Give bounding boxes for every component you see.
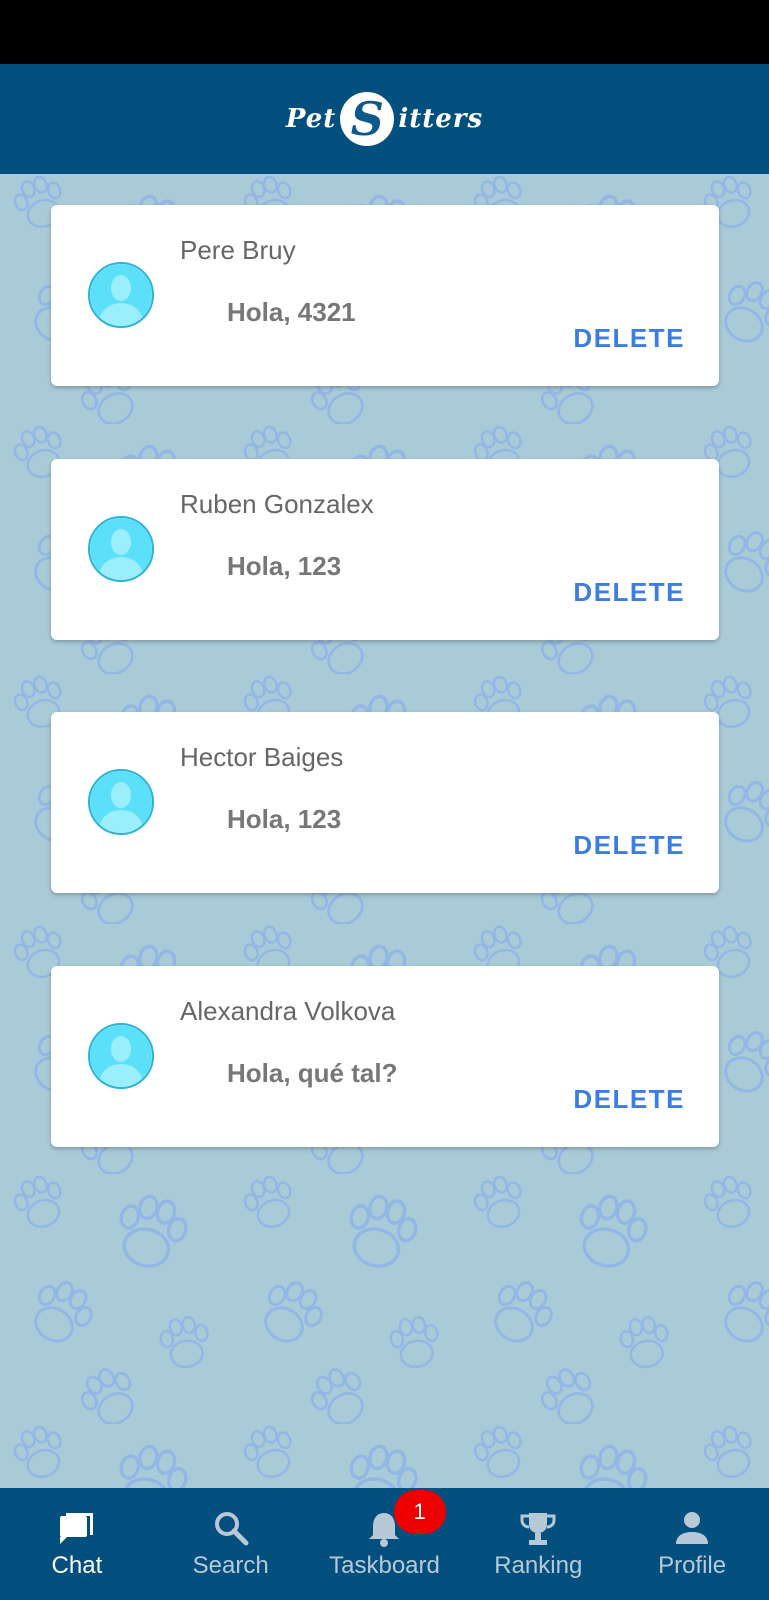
nav-label: Taskboard [329, 1552, 440, 1579]
nav-item-profile[interactable]: Profile [615, 1488, 769, 1600]
chat-card[interactable]: Ruben Gonzalex Hola, 123 DELETE [51, 459, 719, 640]
chat-list[interactable]: Pere Bruy Hola, 4321 DELETE Ruben Gonzal… [0, 174, 769, 1488]
logo-text-right: itters [398, 104, 484, 134]
nav-item-taskboard[interactable]: Taskboard 1 [308, 1488, 462, 1600]
person-silhouette-icon [90, 771, 152, 833]
chat-last-message: Hola, qué tal? [227, 1058, 398, 1088]
nav-item-ranking[interactable]: Ranking [461, 1488, 615, 1600]
logo-badge-letter: S [350, 92, 384, 146]
chat-card[interactable]: Pere Bruy Hola, 4321 DELETE [51, 205, 719, 386]
trophy-icon [518, 1508, 558, 1548]
app-header: Pet S itters [0, 64, 769, 174]
person-icon [672, 1508, 712, 1548]
person-silhouette-icon [90, 518, 152, 580]
avatar [88, 262, 154, 328]
status-bar [0, 0, 769, 64]
avatar [88, 1023, 154, 1089]
notification-badge: 1 [393, 1490, 446, 1534]
person-silhouette-icon [90, 1025, 152, 1087]
delete-button[interactable]: DELETE [573, 577, 685, 608]
person-silhouette-icon [90, 264, 152, 326]
delete-button[interactable]: DELETE [573, 1084, 685, 1115]
nav-label: Search [192, 1552, 269, 1579]
delete-button[interactable]: DELETE [573, 830, 685, 861]
chat-icon [57, 1508, 97, 1548]
logo-badge: S [340, 92, 395, 146]
nav-item-search[interactable]: Search [154, 1488, 308, 1600]
petsitters-logo: Pet S itters [286, 92, 483, 146]
delete-button[interactable]: DELETE [573, 323, 685, 354]
logo-text-left: Pet [285, 104, 337, 134]
nav-label: Profile [658, 1552, 727, 1579]
chat-contact-name: Pere Bruy [180, 235, 296, 265]
nav-label: Ranking [494, 1552, 583, 1579]
chat-contact-name: Ruben Gonzalex [180, 489, 374, 519]
chat-contact-name: Alexandra Volkova [180, 996, 396, 1026]
avatar [88, 516, 154, 582]
chat-card[interactable]: Alexandra Volkova Hola, qué tal? DELETE [51, 966, 719, 1147]
nav-item-chat[interactable]: Chat [0, 1488, 154, 1600]
bottom-navigation: Chat Search Taskboard 1 Ranking Profile [0, 1488, 769, 1600]
search-icon [211, 1508, 251, 1548]
chat-last-message: Hola, 123 [227, 804, 342, 834]
avatar [88, 769, 154, 835]
chat-last-message: Hola, 123 [227, 551, 342, 581]
chat-last-message: Hola, 4321 [227, 297, 356, 327]
chat-card[interactable]: Hector Baiges Hola, 123 DELETE [51, 712, 719, 893]
nav-label: Chat [51, 1552, 103, 1579]
chat-contact-name: Hector Baiges [180, 742, 344, 772]
